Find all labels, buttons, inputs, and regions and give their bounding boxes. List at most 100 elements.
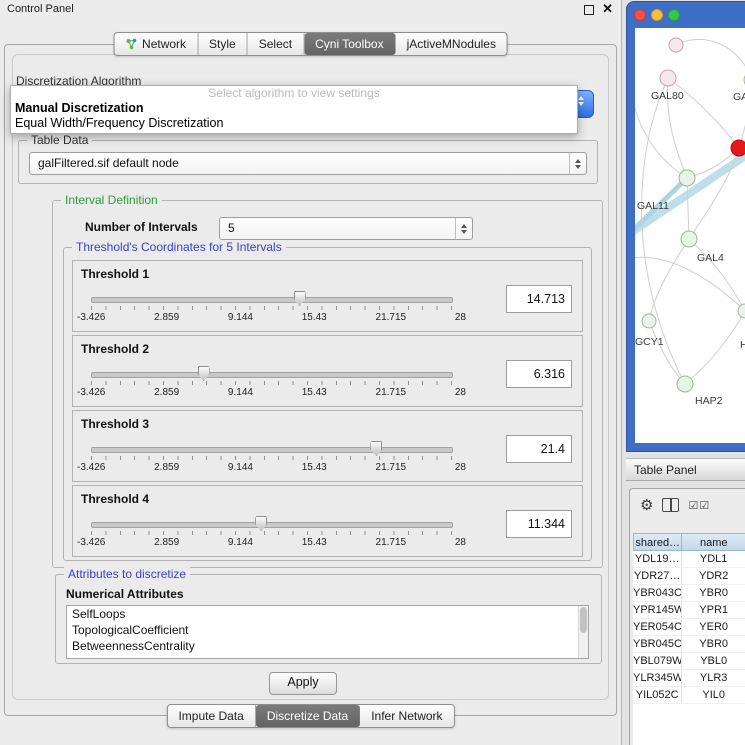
threshold-label: Threshold 2 [81,342,149,356]
select-columns-icon[interactable]: ☑☑ [688,499,710,512]
attribute-item-selfloops[interactable]: SelfLoops [67,606,588,622]
table-panel-window: ⚙ ☑☑ shared…name YDL19…YDL1YDR27…YDR2YBR… [629,488,745,745]
float-window-button[interactable] [584,5,594,15]
scale-tick-label: -3.426 [77,312,105,323]
popup-options: Manual DiscretizationEqual Width/Frequen… [11,101,577,131]
minimize-icon[interactable] [651,9,663,21]
network-node-gal80[interactable] [660,70,676,86]
table-row[interactable]: YBR045CYBR0 [633,636,745,653]
threshold-value-field[interactable]: 21.4 [506,435,572,463]
threshold-slider[interactable] [91,297,453,303]
network-canvas[interactable]: GAL80GAGAL11GAL4GCY1HHAP2 [635,28,745,443]
network-node[interactable] [669,38,683,52]
cell-name: YIL0 [682,687,745,704]
tab-infer-network[interactable]: Infer Network [360,705,453,727]
table-row[interactable]: YLR345WYLR3 [633,670,745,687]
tab-cyni-toolbox[interactable]: Cyni Toolbox [304,33,395,55]
tab-network[interactable]: Network [114,33,198,55]
threshold-panel-4: Threshold 4-3.4262.8599.14415.4321.71528… [72,485,583,557]
table-row[interactable]: YDL19…YDL1 [633,551,745,568]
tab-jactivemnodules[interactable]: jActiveMNodules [396,33,507,55]
close-icon[interactable] [634,9,646,21]
apply-button[interactable]: Apply [269,672,337,695]
table-row[interactable]: YPR145WYPR1 [633,602,745,619]
slider-ticks [91,531,452,535]
slider-ticks [91,381,452,385]
network-graph: GAL80GAGAL11GAL4GCY1HHAP2 [635,28,745,443]
algorithm-option-equal-width-frequency-discretization[interactable]: Equal Width/Frequency Discretization [11,116,577,131]
attributes-listbox[interactable]: SelfLoopsTopologicalCoefficientBetweenne… [66,605,589,659]
scrollbar-thumb[interactable] [580,607,587,633]
cell-name: YLR3 [682,670,745,687]
network-node-hap2[interactable] [677,376,693,392]
table-data-combobox[interactable]: galFiltered.sif default node [29,152,587,175]
scale-tick-label: 9.144 [228,537,253,548]
slider-thumb[interactable] [370,441,382,456]
tab-impute-data[interactable]: Impute Data [167,705,255,727]
table-row[interactable]: YDR27…YDR2 [633,568,745,585]
gear-icon[interactable]: ⚙ [640,498,653,513]
number-of-intervals-combobox[interactable]: 5 [219,217,473,240]
threshold-slider[interactable] [91,372,453,378]
scale-tick-label: 15.43 [302,387,327,398]
cell-shared-name: YBL079W [633,653,682,670]
scale-tick-label: 28 [455,462,466,473]
table-panel-header[interactable]: Table Panel [626,458,745,481]
cell-shared-name: YBR043C [633,585,682,602]
scale-tick-label: -3.426 [77,387,105,398]
tab-select[interactable]: Select [248,33,304,55]
node-label: GAL4 [697,252,724,264]
tab-label: jActiveMNodules [407,37,496,51]
slider-ticks [91,456,452,460]
scale-tick-label: -3.426 [77,537,105,548]
threshold-slider[interactable] [91,522,453,528]
columns-icon[interactable] [662,498,679,512]
slider-scale: -3.4262.8599.14415.4321.71528 [77,462,466,473]
node-label: GA [733,91,745,103]
slider-thumb[interactable] [255,516,267,531]
table-data-group: Table Data galFiltered.sif default node [18,140,598,184]
algorithm-dropdown-popup: Select algorithm to view settings Manual… [10,85,578,134]
table-row[interactable]: YER054CYER0 [633,619,745,636]
listbox-scrollbar[interactable] [578,606,588,658]
threshold-slider[interactable] [91,447,453,453]
scale-tick-label: 9.144 [228,312,253,323]
node-label: H [740,339,745,351]
scale-tick-label: 15.43 [302,537,327,548]
algorithm-option-manual-discretization[interactable]: Manual Discretization [11,101,577,116]
tab-label: Impute Data [178,709,243,723]
column-header-name[interactable]: name [682,533,745,551]
table-toolbar: ⚙ ☑☑ [630,489,745,521]
slider-thumb[interactable] [294,291,306,306]
tab-style[interactable]: Style [198,33,248,55]
table-row[interactable]: YBR043CYBR0 [633,585,745,602]
table-panel-title: Table Panel [634,463,697,477]
column-header-shared[interactable]: shared… [633,533,682,551]
network-node-gal4[interactable] [681,231,697,247]
cell-name: YBL0 [682,653,745,670]
combo-stepper-icon[interactable] [455,218,472,239]
cell-shared-name: YDL19… [633,551,682,568]
node-label: GCY1 [635,336,664,348]
network-node-gal11[interactable] [679,170,695,186]
cell-shared-name: YIL052C [633,687,682,704]
network-node[interactable] [731,140,745,156]
scale-tick-label: 28 [455,537,466,548]
zoom-icon[interactable] [668,9,680,21]
threshold-value-field[interactable]: 11.344 [506,510,572,538]
tab-discretize-data[interactable]: Discretize Data [256,705,360,727]
threshold-value-field[interactable]: 6.316 [506,360,572,388]
close-window-button[interactable]: ✕ [602,1,613,17]
attribute-item-betweennesscentrality[interactable]: BetweennessCentrality [67,638,588,654]
combo-stepper-icon[interactable] [569,153,586,174]
cell-name: YDR2 [682,568,745,585]
network-node-gcy1[interactable] [642,314,656,328]
table-row[interactable]: YBL079WYBL0 [633,653,745,670]
slider-thumb[interactable] [198,366,210,381]
threshold-value-field[interactable]: 14.713 [506,285,572,313]
slider-ticks [91,306,452,310]
numerical-attributes-label: Numerical Attributes [66,587,184,601]
thresholds-group-label: Threshold's Coordinates for 5 Intervals [72,240,286,254]
attribute-item-topologicalcoefficient[interactable]: TopologicalCoefficient [67,622,588,638]
table-row[interactable]: YIL052CYIL0 [633,687,745,704]
